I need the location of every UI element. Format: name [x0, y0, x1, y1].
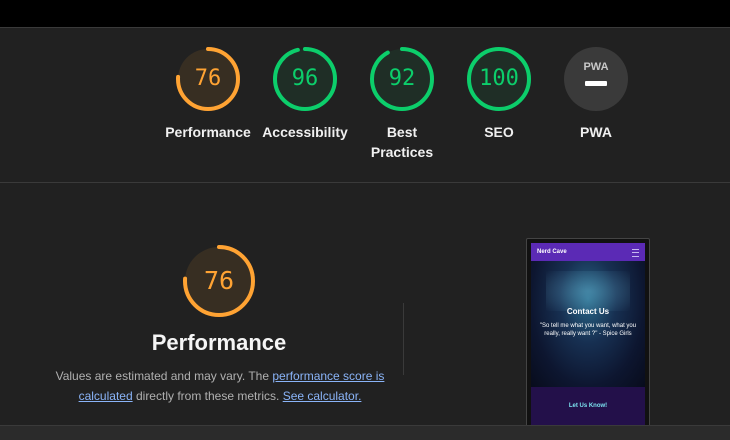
performance-gauge: 76 — [169, 243, 269, 319]
pwa-badge-icon: PWA — [564, 47, 628, 111]
screenshot-screen: Nerd Cave Contact Us "So tell me what yo… — [531, 243, 645, 429]
section-divider — [0, 182, 730, 183]
vertical-separator — [403, 303, 404, 375]
gauge-performance-score: 76 — [194, 66, 222, 91]
top-border — [0, 27, 730, 28]
top-bar — [0, 0, 730, 27]
screenshot-navbar: Nerd Cave — [531, 243, 645, 261]
page-screenshot-thumbnail[interactable]: Nerd Cave Contact Us "So tell me what yo… — [526, 238, 650, 430]
gauge-seo[interactable]: 100 SEO — [449, 46, 549, 142]
gauge-performance[interactable]: 76 Performance — [158, 46, 258, 142]
gauge-accessibility-label: Accessibility — [262, 124, 348, 140]
screenshot-hero-quote: "So tell me what you want, what you real… — [539, 323, 637, 337]
gauge-pwa-label: PWA — [580, 124, 612, 140]
screenshot-cta-section: Let Us Know! — [531, 387, 645, 429]
hamburger-menu-icon — [632, 249, 639, 257]
screenshot-cta-text: Let Us Know! — [568, 403, 608, 409]
pwa-badge-text: PWA — [583, 61, 608, 73]
screenshot-hero-title: Contact Us — [566, 307, 610, 316]
gauge-best-practices[interactable]: 92 Best Practices — [352, 46, 452, 162]
performance-score: 76 — [203, 266, 235, 295]
gauge-accessibility-score: 96 — [291, 66, 319, 91]
pwa-dash-icon — [585, 81, 607, 86]
screenshot-brand: Nerd Cave — [537, 249, 567, 255]
see-calculator-link[interactable]: See calculator. — [283, 389, 362, 403]
gauge-seo-label: SEO — [484, 124, 514, 140]
performance-desc-prefix: Values are estimated and may vary. The — [55, 369, 273, 383]
hero-glow — [546, 271, 630, 311]
gauge-best-practices-label-line2: Practices — [370, 144, 434, 160]
gauge-performance-label: Performance — [165, 124, 251, 140]
performance-desc-middle: directly from these metrics. — [132, 389, 283, 403]
gauge-pwa[interactable]: PWA PWA — [546, 46, 646, 142]
performance-title: Performance — [151, 330, 287, 355]
performance-description: Values are estimated and may vary. The p… — [55, 366, 385, 406]
gauge-seo-score: 100 — [479, 66, 519, 91]
screenshot-hero: Contact Us "So tell me what you want, wh… — [531, 261, 645, 387]
gauge-accessibility[interactable]: 96 Accessibility — [255, 46, 355, 142]
gauge-best-practices-score: 92 — [388, 66, 416, 91]
gauge-best-practices-label-line1: Best — [386, 124, 418, 140]
gauge-best-practices-label: Best Practices — [352, 122, 452, 162]
bottom-bar — [0, 425, 730, 440]
